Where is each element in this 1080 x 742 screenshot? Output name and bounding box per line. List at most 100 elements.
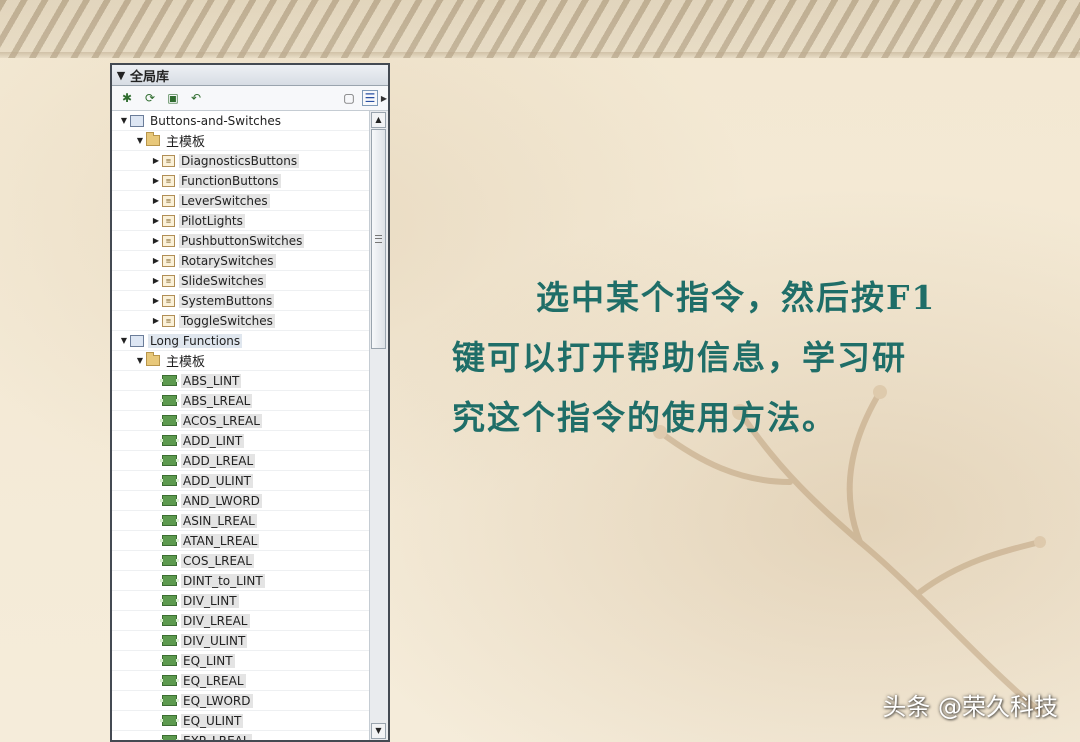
library-tree: ▼ Buttons-and-Switches ▼ 主模板 ▶ ≡ DiagnosticsBu… [112, 111, 370, 740]
tree-item-label: COS_LREAL [181, 553, 254, 568]
tree-row-library[interactable]: ▼ Long Functions [112, 331, 370, 351]
expand-right-icon[interactable]: ▶ [150, 216, 162, 225]
tree-item-label: LeverSwitches [179, 193, 270, 208]
expand-right-icon[interactable]: ▶ [150, 196, 162, 205]
expand-right-icon[interactable]: ▶ [150, 176, 162, 185]
category-folder-icon: ≡ [162, 194, 175, 207]
instruction-text: 选中某个指令，然后按F1 键可以打开帮助信息，学习研 究这个指令的使用方法。 [452, 268, 1012, 448]
function-block-icon [160, 655, 179, 666]
tree-row-category[interactable]: ▶ ≡ PilotLights [112, 211, 370, 231]
expand-right-icon[interactable]: ▶ [150, 236, 162, 245]
tree-item-label: Long Functions [148, 333, 243, 348]
tree-row-category[interactable]: ▶ ≡ RotarySwitches [112, 251, 370, 271]
scroll-down-button[interactable]: ▼ [371, 723, 386, 739]
tree-row-function[interactable]: ABS_LINT [112, 371, 370, 391]
tree-item-label: EQ_LWORD [181, 693, 253, 708]
folder-icon [146, 132, 160, 146]
tree-row-function[interactable]: ACOS_LREAL [112, 411, 370, 431]
tree-item-label: EXP_LREAL [181, 733, 252, 740]
tree-row-category[interactable]: ▶ ≡ LeverSwitches [112, 191, 370, 211]
collapse-panel-button[interactable]: ▼ [112, 69, 130, 82]
category-folder-icon: ≡ [162, 274, 175, 287]
scroll-thumb[interactable] [371, 129, 386, 349]
vertical-scrollbar[interactable]: ▲ ▼ [369, 111, 388, 740]
save-library-icon[interactable]: ▣ [164, 89, 182, 107]
tree-item-label: FunctionButtons [179, 173, 281, 188]
instruction-line-1: 选中某个指令，然后按F1 [536, 278, 937, 317]
tree-row-function[interactable]: DINT_to_LINT [112, 571, 370, 591]
tree-row-category[interactable]: ▶ ≡ SystemButtons [112, 291, 370, 311]
function-block-icon [160, 575, 179, 586]
tree-row-function[interactable]: EQ_ULINT [112, 711, 370, 731]
watermark: 头条 @荣久科技 [882, 693, 1058, 721]
tree-item-label: EQ_LREAL [181, 673, 246, 688]
tree-row-function[interactable]: COS_LREAL [112, 551, 370, 571]
tree-row-function[interactable]: DIV_LREAL [112, 611, 370, 631]
tree-item-label: DINT_to_LINT [181, 573, 265, 588]
tree-row-function[interactable]: DIV_LINT [112, 591, 370, 611]
function-block-icon [160, 675, 179, 686]
category-folder-icon: ≡ [162, 294, 175, 307]
tree-item-label: ToggleSwitches [179, 313, 275, 328]
tree-row-function[interactable]: EQ_LWORD [112, 691, 370, 711]
tree-item-label: DIV_LREAL [181, 613, 250, 628]
function-block-icon [160, 495, 179, 506]
instruction-line-3: 究这个指令的使用方法。 [452, 398, 837, 437]
tree-row-function[interactable]: ADD_ULINT [112, 471, 370, 491]
tree-item-label: 主模板 [166, 355, 206, 370]
tree-row-master[interactable]: ▼ 主模板 [112, 351, 370, 371]
function-block-icon [160, 735, 179, 740]
tree-row-category[interactable]: ▶ ≡ DiagnosticsButtons [112, 151, 370, 171]
tree-item-label: ABS_LREAL [181, 393, 253, 408]
expand-down-icon[interactable]: ▼ [118, 336, 130, 345]
tree-row-category[interactable]: ▶ ≡ SlideSwitches [112, 271, 370, 291]
function-block-icon [160, 515, 179, 526]
expand-right-icon[interactable]: ▶ [150, 156, 162, 165]
tree-row-category[interactable]: ▶ ≡ PushbuttonSwitches [112, 231, 370, 251]
tree-row-function[interactable]: EXP_LREAL [112, 731, 370, 740]
function-block-icon [160, 615, 179, 626]
tree-row-master[interactable]: ▼ 主模板 [112, 131, 370, 151]
function-block-icon [160, 435, 179, 446]
tree-row-function[interactable]: EQ_LINT [112, 651, 370, 671]
expand-down-icon[interactable]: ▼ [134, 356, 146, 365]
category-folder-icon: ≡ [162, 214, 175, 227]
library-book-icon [130, 334, 144, 347]
tree-row-category[interactable]: ▶ ≡ ToggleSwitches [112, 311, 370, 331]
function-block-icon [160, 715, 179, 726]
tree-item-label: ADD_LREAL [181, 453, 256, 468]
tree-item-label: SlideSwitches [179, 273, 266, 288]
tree-row-function[interactable]: EQ_LREAL [112, 671, 370, 691]
tree-item-label: DIV_ULINT [181, 633, 248, 648]
expand-right-icon[interactable]: ▶ [150, 296, 162, 305]
expand-right-icon[interactable]: ▶ [150, 256, 162, 265]
tree-item-label: ASIN_LREAL [181, 513, 257, 528]
tree-row-function[interactable]: ABS_LREAL [112, 391, 370, 411]
tree-row-function[interactable]: ADD_LINT [112, 431, 370, 451]
new-library-icon[interactable]: ✱ [118, 89, 136, 107]
category-folder-icon: ≡ [162, 314, 175, 327]
tree-row-function[interactable]: DIV_ULINT [112, 631, 370, 651]
undo-icon[interactable]: ↶ [187, 89, 205, 107]
tree-row-function[interactable]: AND_LWORD [112, 491, 370, 511]
new-element-icon[interactable]: ▢ [340, 89, 358, 107]
tree-row-library[interactable]: ▼ Buttons-and-Switches [112, 111, 370, 131]
expand-down-icon[interactable]: ▼ [134, 136, 146, 145]
tree-item-label: PushbuttonSwitches [179, 233, 305, 248]
tree-item-label: ADD_ULINT [181, 473, 254, 488]
open-library-icon[interactable]: ⟳ [141, 89, 159, 107]
tree-row-function[interactable]: ASIN_LREAL [112, 511, 370, 531]
tree-row-function[interactable]: ATAN_LREAL [112, 531, 370, 551]
tree-item-label: ACOS_LREAL [181, 413, 262, 428]
expand-right-icon[interactable]: ▶ [150, 316, 162, 325]
function-block-icon [160, 415, 179, 426]
expand-right-icon[interactable]: ▶ [150, 276, 162, 285]
category-folder-icon: ≡ [162, 234, 175, 247]
tree-row-function[interactable]: ADD_LREAL [112, 451, 370, 471]
list-view-icon[interactable]: ☰ [362, 90, 378, 106]
function-block-icon [160, 375, 179, 386]
more-arrow-icon[interactable]: ▶ [380, 89, 388, 107]
scroll-up-button[interactable]: ▲ [371, 112, 386, 128]
tree-row-category[interactable]: ▶ ≡ FunctionButtons [112, 171, 370, 191]
expand-down-icon[interactable]: ▼ [118, 116, 130, 125]
